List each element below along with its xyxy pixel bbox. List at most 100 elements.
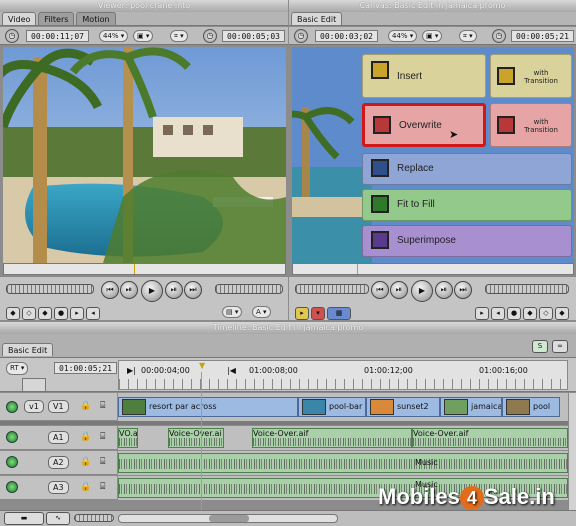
canvas-playhead[interactable] [357, 264, 358, 274]
viewer-view-popup[interactable]: ▣ ▾ [133, 30, 154, 42]
overwrite-edit-icon[interactable]: ▾ [311, 307, 325, 320]
next-edit-icon[interactable]: ⏭ [454, 281, 472, 299]
previous-edit-icon[interactable]: ⏮ [371, 281, 389, 299]
in-point-marker[interactable]: ▶| [127, 366, 136, 375]
tab-video[interactable]: Video [2, 12, 37, 25]
destination-track-a2[interactable]: A2 [48, 456, 69, 469]
destination-track-v1[interactable]: V1 [48, 400, 69, 413]
clock-icon[interactable]: ◷ [203, 29, 217, 43]
play-in-out-icon[interactable]: ⏯ [120, 281, 138, 299]
source-track-v1[interactable]: v1 [24, 400, 44, 413]
video-clip[interactable]: sunset2 [366, 397, 440, 417]
previous-edit-icon[interactable]: ⏮ [101, 281, 119, 299]
overwrite-overlay[interactable]: Overwrite ➤ [362, 103, 486, 147]
time-ruler[interactable]: 00:00:04;00 01:00:08;00 01:00:12;00 01:0… [118, 360, 568, 390]
scroll-thumb[interactable] [209, 515, 249, 522]
play-around-icon[interactable]: ⏯ [435, 281, 453, 299]
canvas-shuttle-control[interactable] [295, 284, 369, 294]
insert-overlay[interactable]: Insert [362, 54, 486, 98]
canvas-view-popup[interactable]: ▣ ▾ [422, 30, 443, 42]
audio-clip[interactable]: Voice-Over.ai [168, 428, 224, 448]
tab-motion[interactable]: Motion [76, 12, 116, 25]
add-marker-icon[interactable]: ● [54, 307, 68, 320]
mark-in-icon[interactable]: ▸ [70, 307, 84, 320]
zoom-slider[interactable] [74, 514, 114, 522]
insert-with-transition-overlay[interactable]: with Transition [490, 54, 572, 98]
replace-overlay[interactable]: Replace [362, 153, 572, 185]
clock-icon[interactable]: ◷ [492, 29, 506, 43]
track-a1[interactable]: VO.a Voice-Over.ai Voice-Over.aif Voice-… [118, 426, 568, 450]
viewer-video-frame[interactable] [3, 47, 286, 263]
match-frame-icon[interactable]: ◆ [6, 307, 20, 320]
auto-select-icon[interactable]: ⌸ [100, 401, 105, 411]
add-keyframe-icon[interactable]: ◆ [523, 307, 537, 320]
auto-select-icon[interactable]: ⌸ [100, 482, 105, 492]
audio-clip[interactable]: Voice-Over.aif [252, 428, 412, 448]
canvas-overlay-popup[interactable]: ⌗ ▾ [459, 30, 477, 42]
match-frame-icon[interactable]: ◆ [555, 307, 569, 320]
linking-icon[interactable]: ∞ [552, 340, 568, 353]
fit-to-fill-overlay[interactable]: Fit to Fill [362, 189, 572, 221]
snapping-icon[interactable]: S [532, 340, 548, 353]
vertical-scrollbar[interactable] [568, 393, 576, 510]
track-audible-toggle[interactable] [6, 431, 18, 443]
clock-icon[interactable]: ◷ [294, 29, 308, 43]
lock-icon[interactable]: 🔒 [80, 401, 91, 411]
track-audible-toggle[interactable] [6, 481, 18, 493]
clip-overlays-button[interactable]: ∿ [46, 512, 70, 525]
canvas-duration-timecode[interactable]: 00:00:03;02 [315, 30, 378, 42]
superimpose-overlay[interactable]: Superimpose [362, 225, 572, 257]
track-visibility-toggle[interactable] [6, 401, 18, 413]
recent-clips-popup[interactable]: ▤ ▾ [222, 306, 243, 318]
viewer-shuttle-control[interactable] [6, 284, 94, 294]
tab-basic-edit[interactable]: Basic Edit [291, 12, 343, 25]
horizontal-scrollbar[interactable] [118, 514, 338, 523]
video-clip[interactable]: jamaica [440, 397, 502, 417]
insert-edit-icon[interactable]: ▸ [295, 307, 309, 320]
play-in-out-icon[interactable]: ⏯ [390, 281, 408, 299]
track-audible-toggle[interactable] [6, 456, 18, 468]
play-icon[interactable]: ▶ [141, 280, 163, 302]
tab-basic-edit-timeline[interactable]: Basic Edit [2, 343, 54, 356]
audio-clip[interactable]: VO.a [118, 428, 138, 448]
mark-in-icon[interactable]: ▸ [475, 307, 489, 320]
add-keyframe-icon[interactable]: ◆ [38, 307, 52, 320]
timeline-current-timecode[interactable]: 01:00:05;21 [54, 362, 117, 374]
canvas-zoom-popup[interactable]: 44% ▾ [388, 30, 418, 42]
add-marker-icon[interactable]: ● [507, 307, 521, 320]
lock-icon[interactable]: 🔒 [80, 432, 91, 442]
mark-clip-icon[interactable]: ◇ [22, 307, 36, 320]
generator-popup[interactable]: A ▾ [252, 306, 271, 318]
mark-clip-icon[interactable]: ◇ [539, 307, 553, 320]
audio-clip[interactable]: Voice-Over.aif [412, 428, 568, 448]
viewer-duration-timecode[interactable]: 00:00:11;07 [26, 30, 89, 42]
viewer-zoom-popup[interactable]: 44% ▾ [99, 30, 129, 42]
out-point-marker[interactable]: |◀ [227, 366, 236, 375]
destination-track-a3[interactable]: A3 [48, 481, 69, 494]
timeline-playhead-line[interactable] [201, 372, 202, 510]
rt-popup[interactable]: RT ▾ [6, 362, 29, 375]
audio-clip[interactable]: Music [118, 453, 568, 473]
canvas-jog-control[interactable] [485, 284, 569, 294]
play-icon[interactable]: ▶ [411, 280, 433, 302]
viewer-scrubber-bar[interactable] [3, 263, 286, 275]
track-v1[interactable]: resort par across pool-bar sunset2 jamai… [118, 393, 568, 421]
auto-select-icon[interactable]: ⌸ [100, 432, 105, 442]
canvas-current-timecode[interactable]: 00:00:05;21 [511, 30, 574, 42]
video-audio-divider[interactable] [0, 421, 576, 425]
mark-out-icon[interactable]: ◂ [491, 307, 505, 320]
track-height-control[interactable] [22, 378, 46, 392]
viewer-current-timecode[interactable]: 00:00:05;03 [222, 30, 285, 42]
canvas-scrubber-bar[interactable] [292, 263, 574, 275]
auto-select-icon[interactable]: ⌸ [100, 457, 105, 467]
destination-track-a1[interactable]: A1 [48, 431, 69, 444]
clock-icon[interactable]: ◷ [5, 29, 19, 43]
overwrite-with-transition-overlay[interactable]: with Transition [490, 103, 572, 147]
next-edit-icon[interactable]: ⏭ [184, 281, 202, 299]
tab-filters[interactable]: Filters [38, 12, 75, 25]
timeline-playhead-icon[interactable]: ▼ [199, 361, 205, 370]
viewer-jog-control[interactable] [215, 284, 283, 294]
track-a2[interactable]: Music [118, 451, 568, 475]
video-clip[interactable]: pool-bar [298, 397, 366, 417]
replace-edit-icon[interactable]: ▦ [327, 307, 351, 320]
